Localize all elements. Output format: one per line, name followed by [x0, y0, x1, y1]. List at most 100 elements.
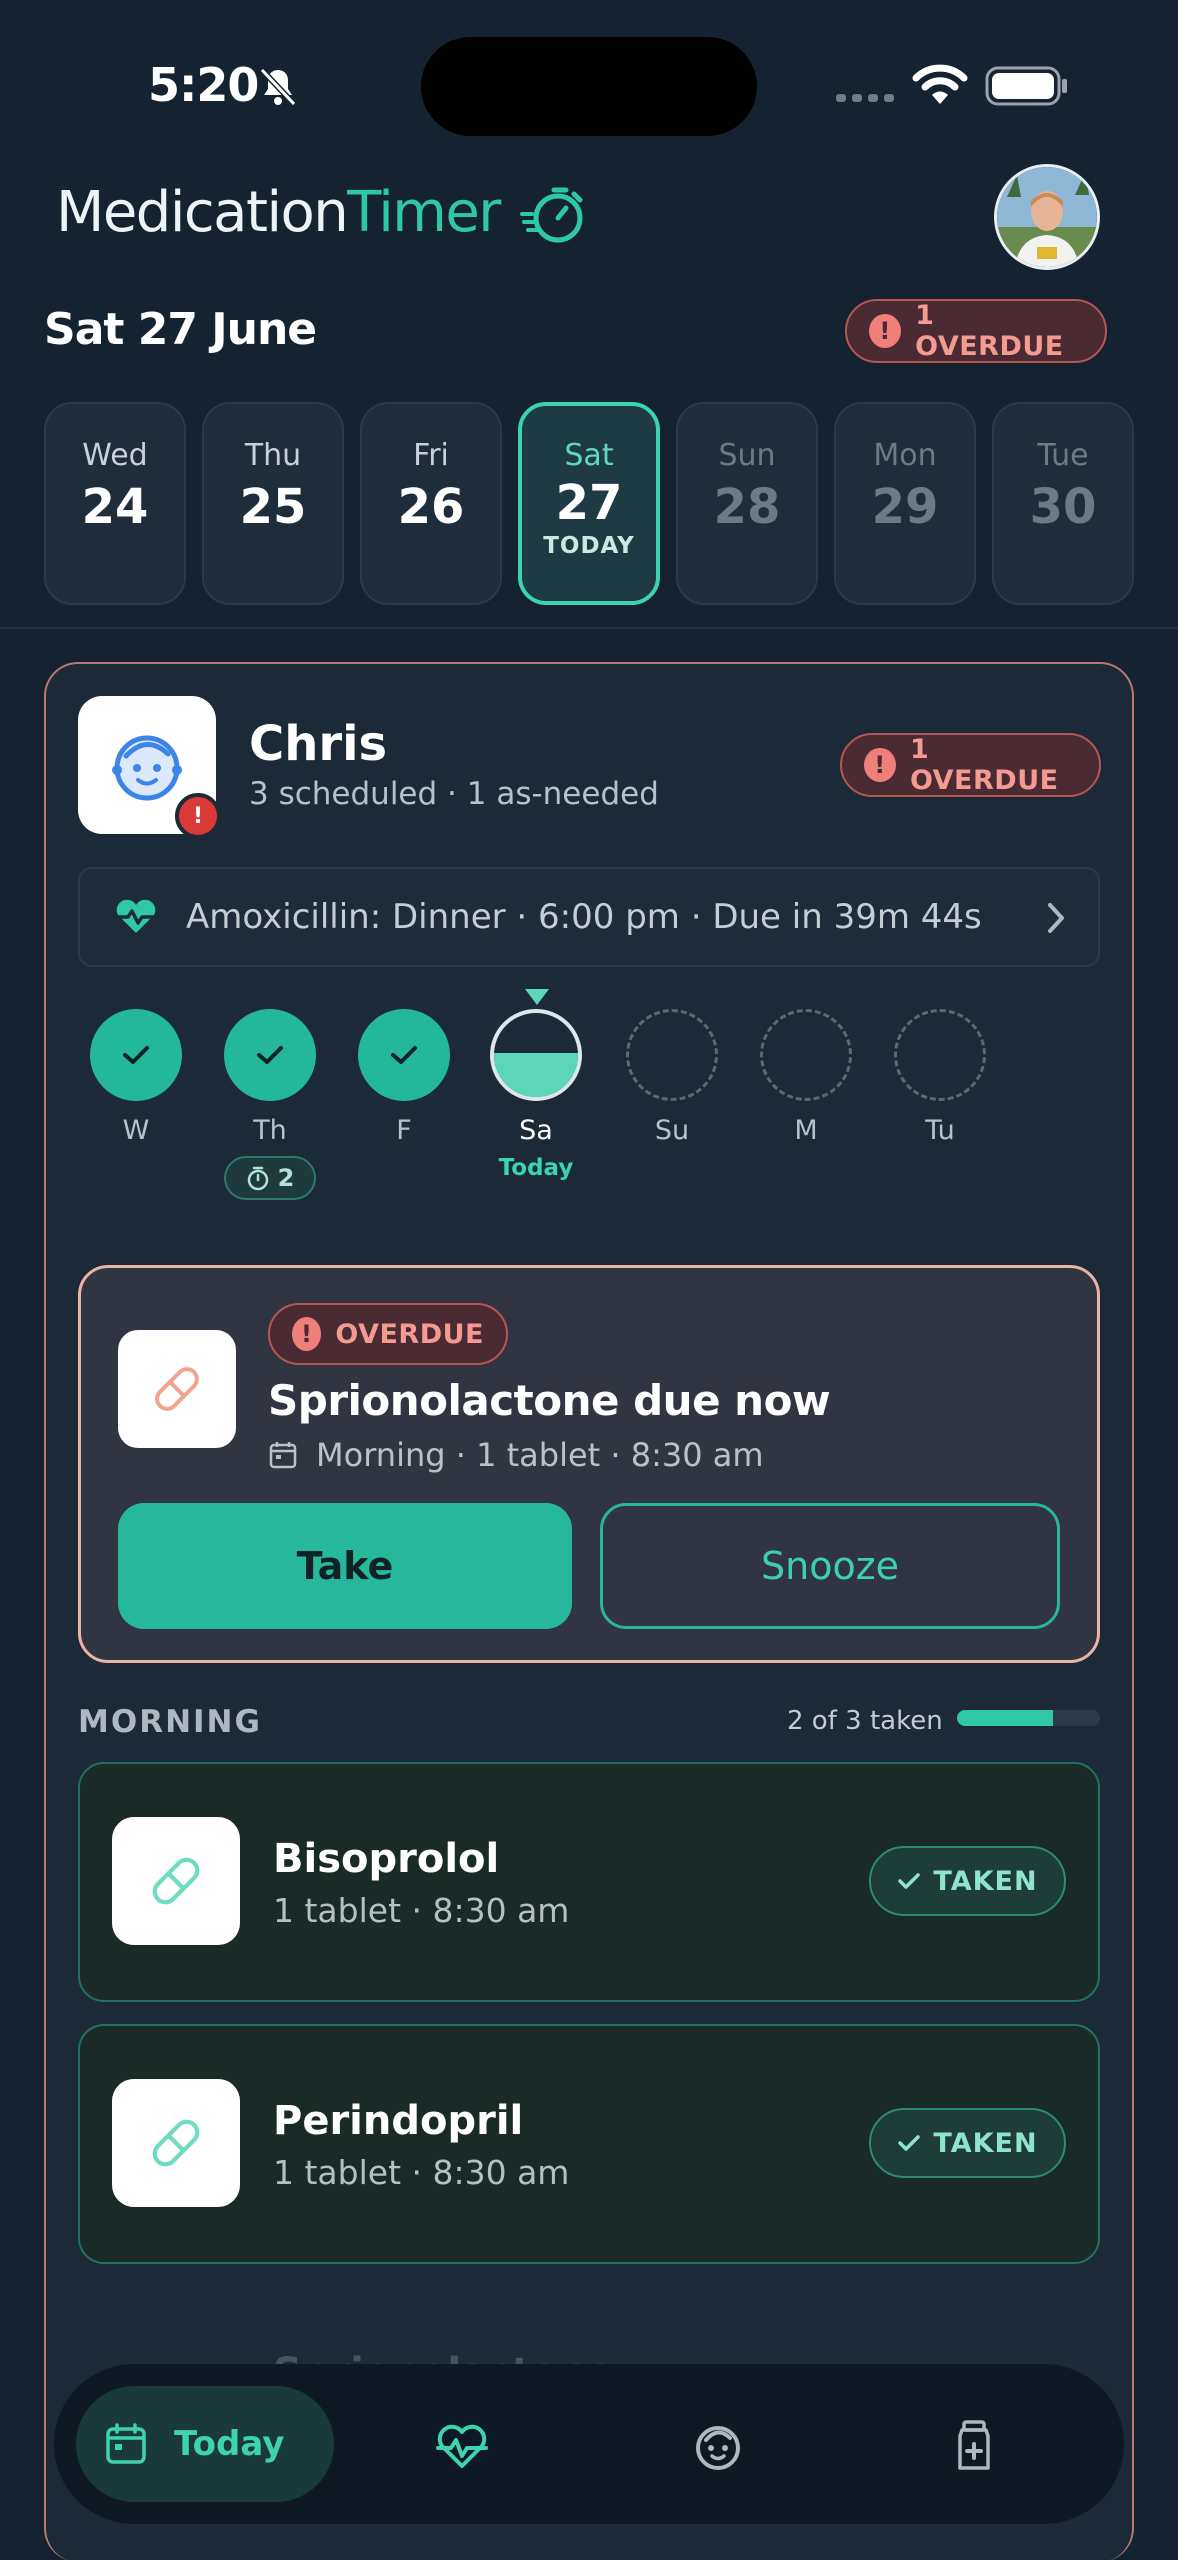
- day-sun[interactable]: Sun 28: [676, 402, 818, 605]
- overdue-badge: ! OVERDUE: [268, 1303, 508, 1365]
- overdue-dose-detail-row: Morning · 1 tablet · 8:30 am: [268, 1436, 764, 1474]
- week-day-mon-status[interactable]: [760, 1009, 852, 1101]
- alert-badge-icon: !: [175, 793, 221, 839]
- as-needed-count: 2: [277, 1164, 295, 1192]
- week-day-fri-status[interactable]: [358, 1009, 450, 1101]
- check-icon: [391, 1046, 417, 1064]
- week-day-label: Su: [654, 1115, 690, 1146]
- week-day-thu-status[interactable]: [224, 1009, 316, 1101]
- morning-progress-bar: [957, 1710, 1100, 1726]
- week-day-label: W: [122, 1115, 150, 1146]
- pill-icon: [152, 1857, 200, 1905]
- check-icon: [898, 1873, 921, 1889]
- med-icon-box: [112, 2079, 240, 2207]
- profile-name: Chris: [249, 716, 388, 772]
- day-name: Sun: [718, 438, 776, 473]
- battery-icon: [985, 66, 1067, 106]
- alert-icon: !: [869, 314, 902, 348]
- day-fri[interactable]: Fri 26: [360, 402, 502, 605]
- alert-icon: !: [292, 1317, 322, 1351]
- today-tag: TODAY: [543, 533, 635, 559]
- signal-icon: [836, 94, 894, 102]
- dynamic-island: [421, 37, 757, 136]
- morning-taken-count: 2 of 3 taken: [787, 1706, 943, 1736]
- week-day-label: Th: [253, 1115, 287, 1146]
- snooze-button[interactable]: Snooze: [600, 1503, 1060, 1629]
- pill-icon: [152, 2119, 200, 2167]
- day-name: Fri: [413, 438, 449, 473]
- day-number: 30: [1029, 479, 1097, 535]
- bell-muted-icon: [259, 67, 297, 107]
- day-name: Mon: [873, 438, 937, 473]
- med-name: Perindopril: [273, 2098, 524, 2144]
- day-number: 25: [239, 479, 307, 535]
- day-mon[interactable]: Mon 29: [834, 402, 976, 605]
- week-day-label: Sa: [519, 1115, 553, 1146]
- check-icon: [123, 1046, 149, 1064]
- stopwatch-icon: [520, 187, 583, 243]
- taken-label: TAKEN: [933, 1865, 1038, 1897]
- day-number: 24: [81, 479, 149, 535]
- taken-badge[interactable]: TAKEN: [869, 1846, 1066, 1916]
- day-wed[interactable]: Wed 24: [44, 402, 186, 605]
- day-number: 26: [397, 479, 465, 535]
- day-name: Wed: [82, 438, 148, 473]
- next-dose-row[interactable]: Amoxicillin: Dinner · 6:00 pm · Due in 3…: [78, 867, 1100, 967]
- check-icon: [898, 2135, 921, 2151]
- app-title: MedicationTimer: [56, 180, 501, 245]
- profile-overdue-badge: ! 1 OVERDUE: [840, 733, 1101, 797]
- current-date: Sat 27 June: [44, 304, 317, 355]
- overdue-dose-detail: Morning · 1 tablet · 8:30 am: [316, 1436, 764, 1474]
- day-name: Tue: [1037, 438, 1089, 473]
- check-icon: [257, 1046, 283, 1064]
- week-day-label: Tu: [925, 1115, 955, 1146]
- day-name: Sat: [564, 438, 614, 473]
- timer-icon: [247, 1166, 268, 1191]
- today-pointer-icon: [525, 989, 549, 1005]
- week-day-tue-status[interactable]: [894, 1009, 986, 1101]
- week-day-label: M: [794, 1115, 818, 1146]
- calendar-icon: [106, 2423, 146, 2464]
- week-day-sat-status[interactable]: [490, 1009, 582, 1101]
- pill-icon: [155, 1367, 199, 1411]
- divider: [0, 627, 1178, 629]
- partial-progress-fill: [494, 1053, 578, 1097]
- heartbeat-icon: [116, 899, 156, 933]
- avatar-photo: [997, 167, 1097, 267]
- wifi-icon: [912, 64, 968, 104]
- alert-icon: !: [864, 748, 896, 782]
- week-day-sun-status[interactable]: [626, 1009, 718, 1101]
- nav-tab-today-label: Today: [174, 2424, 285, 2464]
- next-dose-text: Amoxicillin: Dinner · 6:00 pm · Due in 3…: [186, 897, 982, 937]
- profile-summary: 3 scheduled · 1 as-needed: [249, 776, 659, 812]
- section-title-morning: MORNING: [78, 1704, 262, 1740]
- profile-overdue-label: 1 OVERDUE: [909, 734, 1059, 796]
- day-name: Thu: [244, 438, 302, 473]
- calendar-icon: [269, 1442, 297, 1469]
- day-number: 29: [871, 479, 939, 535]
- week-day-wed-status[interactable]: [90, 1009, 182, 1101]
- medicine-bottle-icon[interactable]: [946, 2418, 1002, 2474]
- day-number: 28: [713, 479, 781, 535]
- taken-badge[interactable]: TAKEN: [869, 2108, 1066, 2178]
- overdue-dose-title: Sprionolactone due now: [268, 1376, 831, 1425]
- overdue-badge-label: OVERDUE: [335, 1318, 484, 1350]
- day-sat-today[interactable]: Sat 27 TODAY: [518, 402, 660, 605]
- baby-face-icon[interactable]: [690, 2418, 746, 2474]
- day-tue[interactable]: Tue 30: [992, 402, 1134, 605]
- heartbeat-icon[interactable]: [434, 2418, 490, 2474]
- morning-progress-fill: [957, 1710, 1053, 1726]
- overdue-summary-badge[interactable]: ! 1 OVERDUE: [845, 299, 1107, 363]
- med-detail: 1 tablet · 8:30 am: [273, 1891, 570, 1930]
- user-avatar[interactable]: [994, 164, 1100, 270]
- overdue-med-icon-box: [118, 1330, 236, 1448]
- day-thu[interactable]: Thu 25: [202, 402, 344, 605]
- week-day-label: F: [396, 1115, 412, 1146]
- chevron-right-icon: [1048, 903, 1064, 933]
- day-number: 27: [555, 475, 623, 531]
- med-icon-box: [112, 1817, 240, 1945]
- nav-tab-today[interactable]: Today: [76, 2386, 334, 2502]
- take-button[interactable]: Take: [118, 1503, 572, 1629]
- taken-label: TAKEN: [933, 2127, 1038, 2159]
- as-needed-count-chip[interactable]: 2: [224, 1156, 316, 1200]
